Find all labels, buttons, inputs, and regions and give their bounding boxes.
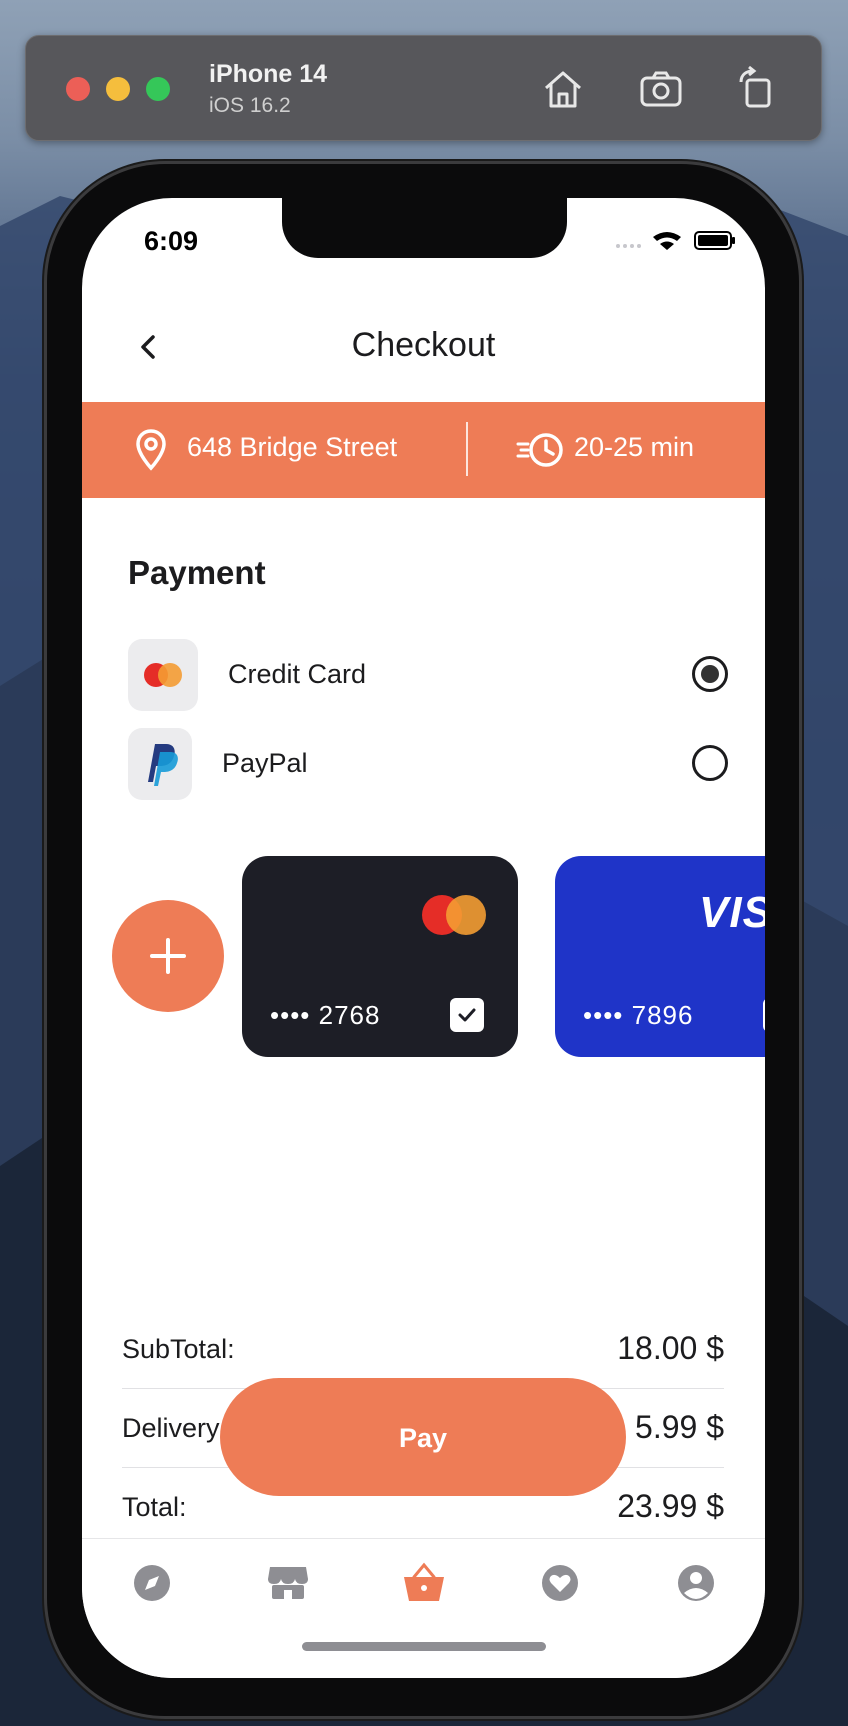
os-version: iOS 16.2 (209, 94, 291, 117)
profile-icon[interactable] (672, 1559, 720, 1607)
card-number: •••• 7896 (583, 1000, 694, 1030)
summary-label: Total: (122, 1492, 187, 1522)
delivery-address[interactable]: 648 Bridge Street (187, 432, 397, 463)
status-icons (616, 231, 735, 250)
card-checkbox[interactable] (763, 998, 765, 1032)
simulator-toolbar: iPhone 14 iOS 16.2 (25, 35, 822, 141)
wifi-icon (653, 232, 681, 250)
heart-icon[interactable] (536, 1559, 584, 1607)
delivery-eta: 20-25 min (574, 432, 695, 462)
banner-divider (466, 422, 468, 476)
delivery-banner: 648 Bridge Street 20-25 min (82, 402, 765, 498)
check-icon (458, 1008, 476, 1022)
home-indicator[interactable] (302, 1642, 546, 1651)
card-number: •••• 2768 (270, 1000, 381, 1030)
summary-value: 18.00 $ (617, 1330, 724, 1366)
notch (282, 198, 567, 258)
summary-value: 5.99 $ (635, 1409, 724, 1445)
location-pin-icon (136, 429, 166, 471)
card-selected-checkbox[interactable] (450, 998, 484, 1032)
cellular-icon (616, 244, 641, 248)
payment-title: Payment (128, 554, 266, 591)
payment-method-label: PayPal (222, 748, 308, 778)
paypal-icon (128, 728, 192, 800)
summary-label: Delivery: (122, 1413, 228, 1443)
mastercard-icon (128, 639, 198, 711)
compass-icon[interactable] (128, 1559, 176, 1607)
mastercard-logo-icon (422, 895, 486, 935)
basket-icon[interactable] (400, 1559, 448, 1607)
page-title: Checkout (351, 326, 496, 364)
saved-card-visa[interactable]: VIS •••• 7896 (555, 856, 765, 1057)
device-name: iPhone 14 (209, 60, 328, 88)
summary-label: SubTotal: (122, 1334, 235, 1364)
rotate-icon[interactable] (731, 64, 781, 114)
close-window-button[interactable] (66, 77, 90, 101)
zoom-window-button[interactable] (146, 77, 170, 101)
store-icon[interactable] (264, 1559, 312, 1607)
payment-method-credit-card[interactable]: Credit Card (128, 639, 728, 711)
minimize-window-button[interactable] (106, 77, 130, 101)
add-card-button[interactable] (112, 900, 224, 1012)
plus-icon (150, 938, 186, 974)
tab-bar (82, 1538, 765, 1678)
fast-clock-icon (516, 433, 563, 467)
app-screen: 6:09 Checkout 648 Bridge Street 20-25 mi… (82, 198, 765, 1678)
pay-button[interactable]: Pay (220, 1378, 626, 1496)
radio-credit-card[interactable] (692, 656, 728, 692)
status-time: 6:09 (144, 226, 199, 256)
saved-card-mastercard[interactable]: •••• 2768 (242, 856, 518, 1057)
visa-logo: VIS (699, 888, 765, 937)
payment-method-paypal[interactable]: PayPal (128, 728, 728, 800)
radio-paypal[interactable] (692, 745, 728, 781)
summary-value: 23.99 $ (617, 1488, 724, 1524)
screenshot-icon[interactable] (636, 64, 686, 114)
home-icon[interactable] (538, 64, 588, 114)
payment-method-label: Credit Card (228, 659, 367, 689)
